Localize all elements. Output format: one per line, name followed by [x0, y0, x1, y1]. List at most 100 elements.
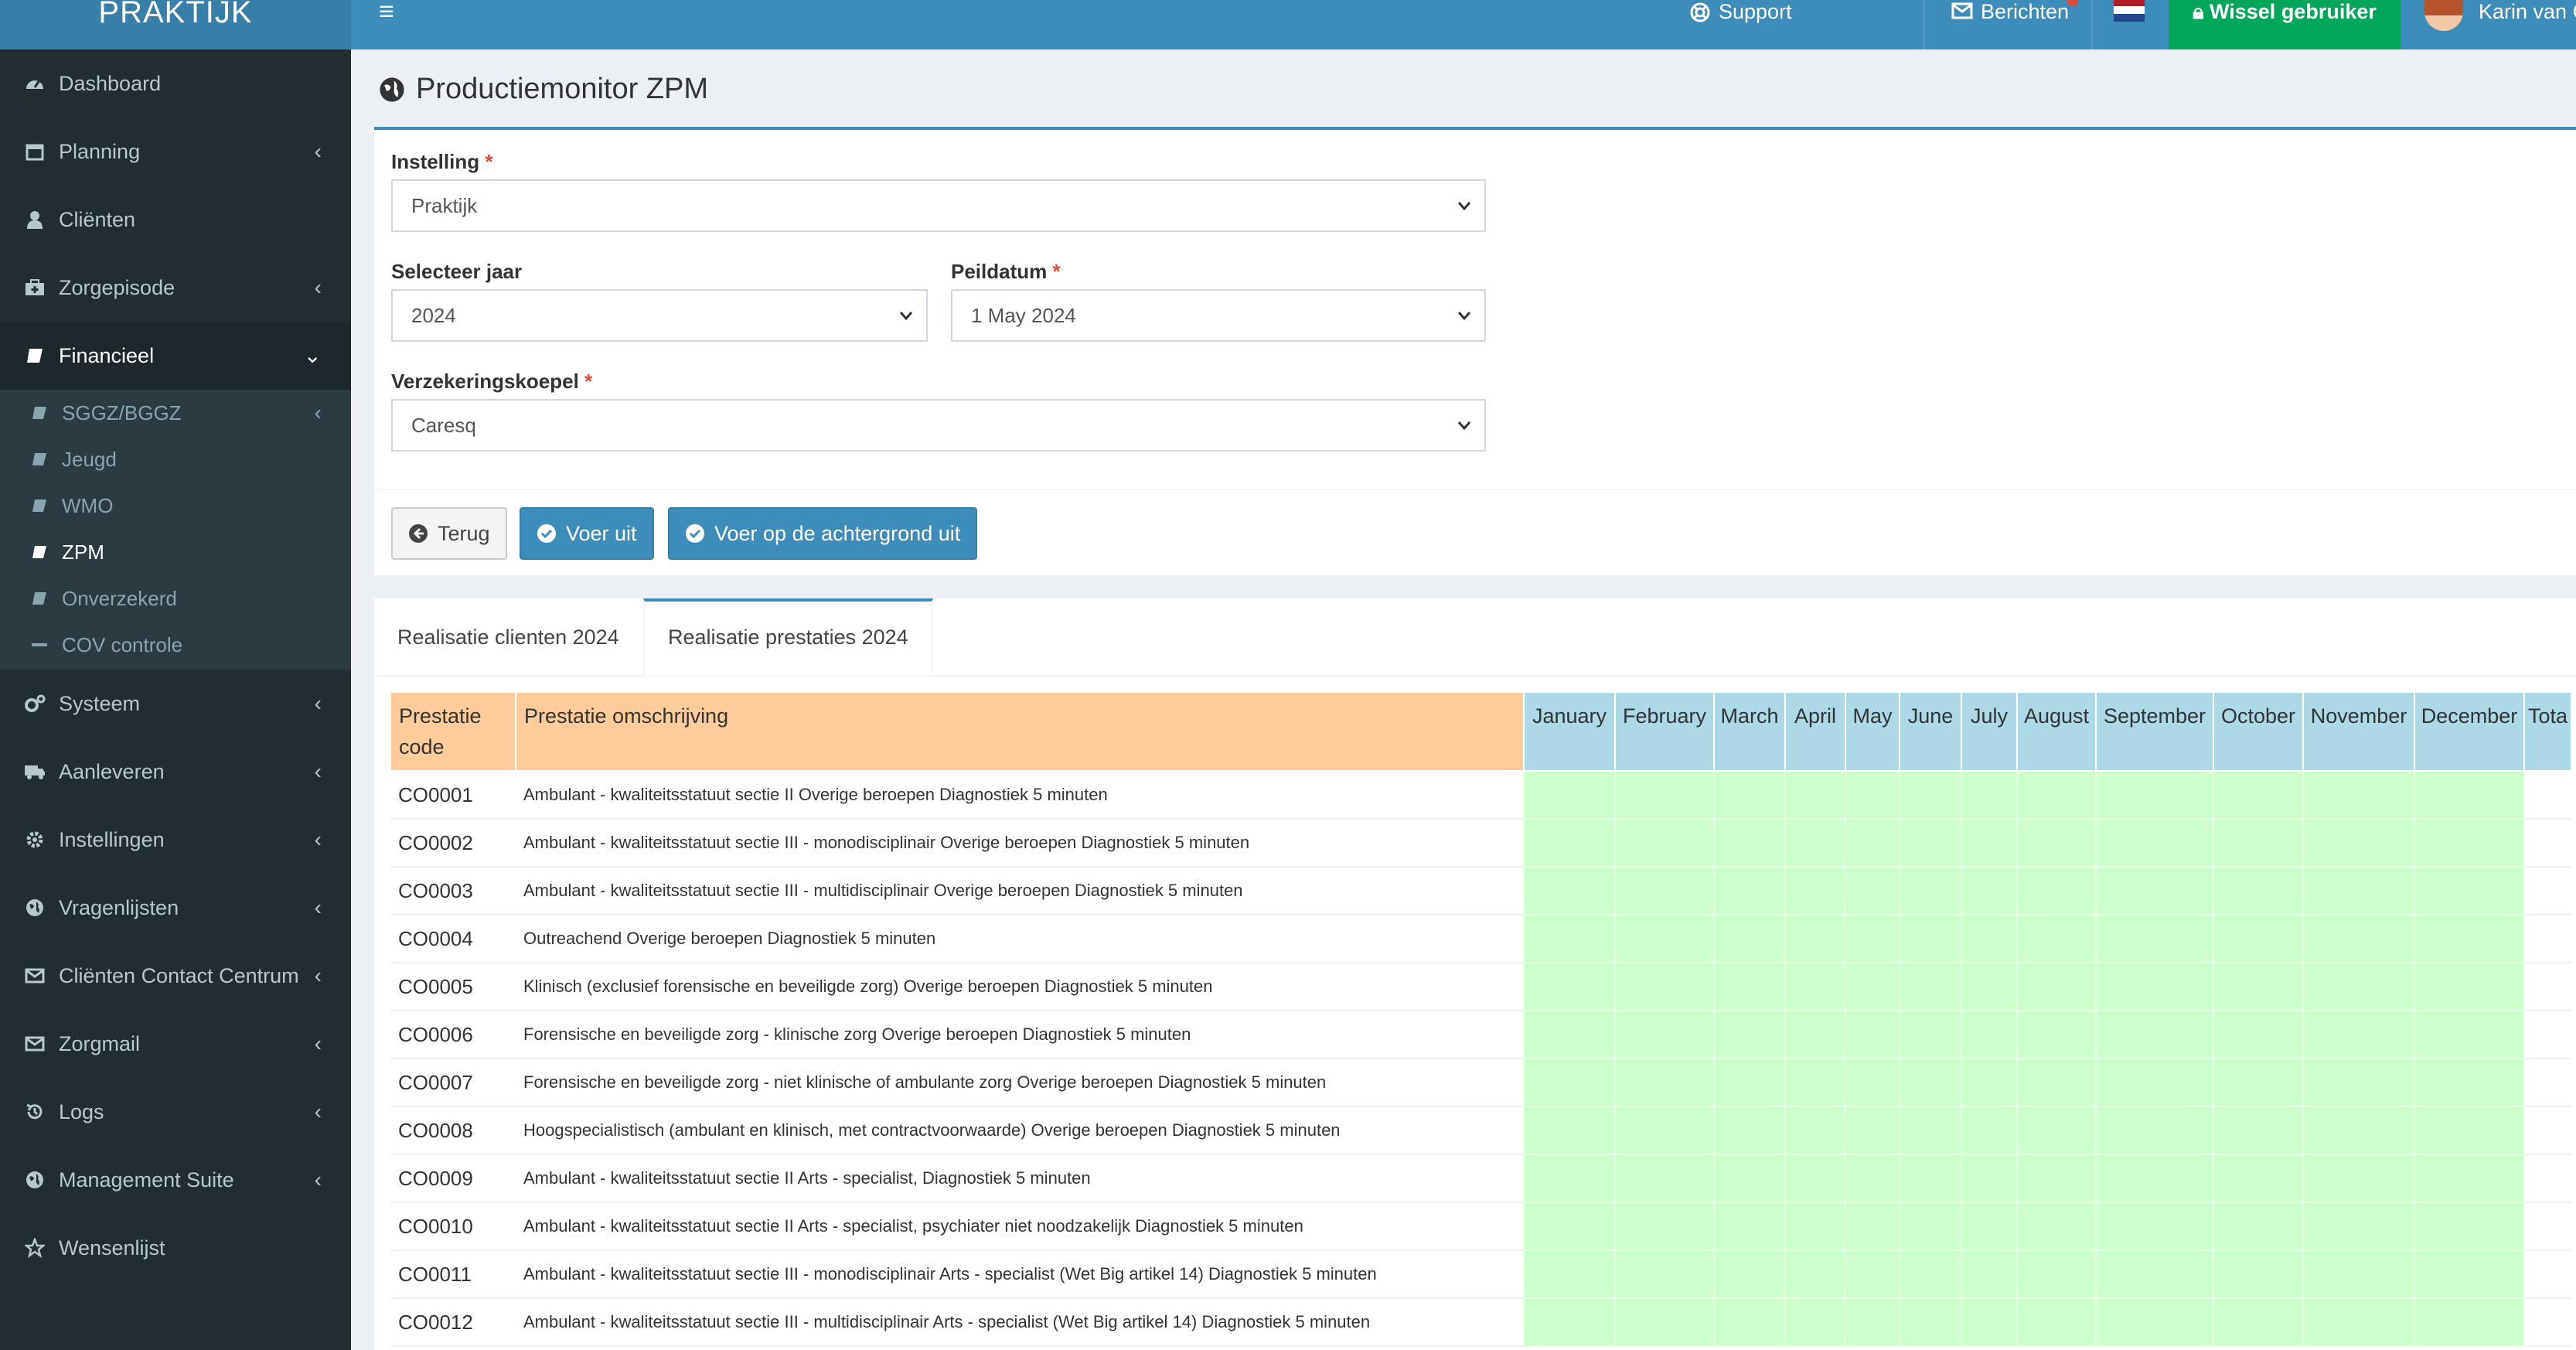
- wissel-gebruiker-button[interactable]: 🔒︎ Wissel gebruiker: [2169, 0, 2401, 49]
- submenu-item-zpm[interactable]: ZPM: [0, 529, 351, 575]
- month-value-cell: [1899, 914, 1962, 963]
- user-avatar[interactable]: [2424, 0, 2463, 31]
- month-value-cell: [1614, 1297, 1715, 1347]
- table-row: CO0009 Ambulant - kwaliteitsstatuut secti…: [390, 1154, 2572, 1203]
- voer-achtergrond-button[interactable]: Voer op de achtergrond uit: [668, 507, 978, 560]
- month-value-cell: [1713, 962, 1786, 1011]
- month-value-cell: [1523, 1297, 1616, 1347]
- month-value-cell: [2213, 962, 2304, 1011]
- sidebar-item-clienten[interactable]: Cliënten: [0, 186, 351, 254]
- sidebar-item-planning[interactable]: Planning ‹: [0, 118, 351, 186]
- column-header-total[interactable]: Tota: [2523, 691, 2573, 772]
- month-value-cell: [2302, 1297, 2415, 1347]
- peildatum-select[interactable]: 1 May 2024: [951, 289, 1486, 342]
- voer-uit-button[interactable]: Voer uit: [520, 507, 654, 560]
- berichten-link[interactable]: Berichten: [1951, 0, 2069, 49]
- column-header-code[interactable]: Prestatie code: [390, 691, 516, 772]
- globe-icon: [23, 1171, 46, 1189]
- user-menu[interactable]: Karin van G: [2479, 0, 2576, 49]
- month-value-cell: [2414, 914, 2525, 963]
- submenu-item-sggz-bggz[interactable]: SGGZ/BGGZ ‹: [0, 390, 351, 436]
- column-header-month[interactable]: August: [2016, 691, 2097, 772]
- sidebar-item-vragenlijsten[interactable]: Vragenlijsten ‹: [0, 874, 351, 942]
- sidebar-toggle-icon[interactable]: ≡: [371, 0, 402, 26]
- submenu-item-onverzekerd[interactable]: Onverzekerd: [0, 575, 351, 622]
- sidebar-item-zorgmail[interactable]: Zorgmail ‹: [0, 1010, 351, 1078]
- prestatie-code-cell: CO0010: [390, 1202, 516, 1251]
- month-value-cell: [1614, 866, 1715, 915]
- column-header-month[interactable]: May: [1845, 691, 1900, 772]
- prestatie-omschrijving-cell: Ambulant - kwaliteitsstatuut sectie III …: [516, 1298, 1524, 1347]
- support-link[interactable]: Support: [1689, 0, 1792, 49]
- financieel-submenu: SGGZ/BGGZ ‹ Jeugd WMO ZPM Onverzekerd CO…: [0, 390, 351, 670]
- sidebar-item-wensenlijst[interactable]: Wensenlijst: [0, 1214, 351, 1282]
- star-icon: [23, 1238, 46, 1258]
- prestatie-omschrijving-cell: Klinisch (exclusief forensische en bevei…: [516, 963, 1524, 1011]
- tab-realisatie-prestaties[interactable]: Realisatie prestaties 2024: [643, 598, 933, 676]
- column-header-month[interactable]: July: [1961, 691, 2018, 772]
- globe-icon: [23, 898, 46, 917]
- month-value-cell: [1961, 1249, 2018, 1299]
- sidebar-item-zorgepisode[interactable]: Zorgepisode ‹: [0, 254, 351, 322]
- month-value-cell: [2016, 1058, 2097, 1107]
- truck-icon: [23, 763, 46, 780]
- sidebar-item-aanleveren[interactable]: Aanleveren ‹: [0, 738, 351, 806]
- sidebar-item-clienten-contact-centrum[interactable]: Cliënten Contact Centrum ‹: [0, 942, 351, 1010]
- medkit-icon: [23, 279, 46, 296]
- month-value-cell: [1961, 1010, 2018, 1059]
- month-value-cell: [2095, 914, 2214, 963]
- sidebar-item-dashboard[interactable]: Dashboard: [0, 49, 351, 118]
- sidebar-item-management-suite[interactable]: Management Suite ‹: [0, 1146, 351, 1214]
- chevron-left-icon: ‹: [314, 691, 322, 715]
- column-header-month[interactable]: February: [1614, 691, 1715, 772]
- sidebar-item-instellingen[interactable]: Instellingen ‹: [0, 806, 351, 874]
- month-value-cell: [2302, 1202, 2415, 1251]
- page-header: Productiemonitor ZPM: [379, 73, 708, 106]
- filter-form: Instelling * Praktijk Selecteer jaar 202…: [374, 127, 2576, 575]
- check-circle-icon: [537, 524, 556, 543]
- column-header-month[interactable]: September: [2095, 691, 2214, 772]
- month-value-cell: [2016, 1202, 2097, 1251]
- support-label: Support: [1719, 0, 1792, 23]
- month-value-cell: [1961, 914, 2018, 963]
- prestatie-code-cell: CO0003: [390, 867, 516, 915]
- column-header-month[interactable]: June: [1899, 691, 1962, 772]
- submenu-item-wmo[interactable]: WMO: [0, 482, 351, 529]
- month-value-cell: [1845, 914, 1900, 963]
- month-value-cell: [1523, 1249, 1616, 1299]
- month-value-cell: [2095, 1249, 2214, 1299]
- sidebar-item-systeem[interactable]: Systeem ‹: [0, 670, 351, 738]
- column-header-month[interactable]: March: [1713, 691, 1786, 772]
- month-value-cell: [2213, 866, 2304, 915]
- month-value-cell: [2213, 1058, 2304, 1107]
- month-value-cell: [1614, 1154, 1715, 1203]
- column-header-month[interactable]: December: [2414, 691, 2525, 772]
- language-flag-icon[interactable]: [2114, 0, 2145, 22]
- column-header-month[interactable]: January: [1523, 691, 1616, 772]
- month-value-cell: [2302, 1154, 2415, 1203]
- month-value-cell: [2016, 770, 2097, 820]
- month-value-cell: [1784, 1010, 1846, 1059]
- envelope-icon: [1951, 2, 1973, 19]
- column-header-omschrijving[interactable]: Prestatie omschrijving: [515, 691, 1525, 772]
- column-header-month[interactable]: November: [2302, 691, 2415, 772]
- koepel-select[interactable]: Caresq: [391, 399, 1486, 452]
- month-value-cell: [1845, 962, 1900, 1011]
- tab-realisatie-clienten[interactable]: Realisatie clienten 2024: [374, 598, 642, 676]
- prestatie-omschrijving-cell: Ambulant - kwaliteitsstatuut sectie III …: [516, 1250, 1524, 1299]
- submenu-item-jeugd[interactable]: Jeugd: [0, 436, 351, 482]
- sidebar-item-logs[interactable]: Logs ‹: [0, 1078, 351, 1146]
- table-row: CO0001 Ambulant - kwaliteitsstatuut secti…: [390, 770, 2572, 820]
- month-value-cell: [1713, 866, 1786, 915]
- submenu-item-cov-controle[interactable]: COV controle: [0, 622, 351, 668]
- terug-button[interactable]: Terug: [391, 507, 507, 560]
- column-header-month[interactable]: October: [2213, 691, 2304, 772]
- instelling-select[interactable]: Praktijk: [391, 179, 1486, 232]
- book-icon: [29, 591, 49, 606]
- column-header-month[interactable]: April: [1784, 691, 1846, 772]
- table-row: CO0012 Ambulant - kwaliteitsstatuut secti…: [390, 1297, 2572, 1347]
- app-logo[interactable]: PRAKTIJK: [0, 0, 351, 49]
- jaar-select[interactable]: 2024: [391, 289, 928, 342]
- sidebar-item-financieel[interactable]: Financieel ⌄: [0, 322, 351, 390]
- prestatie-omschrijving-cell: Ambulant - kwaliteitsstatuut sectie II O…: [516, 771, 1524, 820]
